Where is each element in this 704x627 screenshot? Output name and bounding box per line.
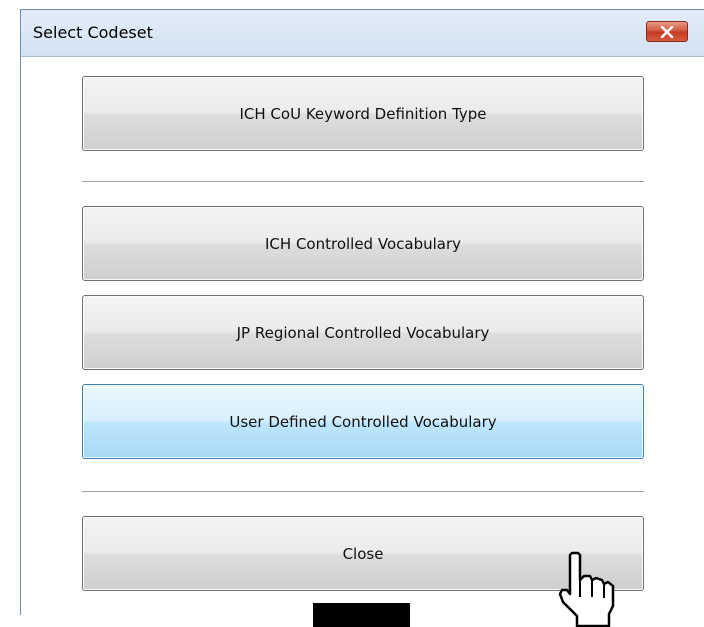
- window-title: Select Codeset: [33, 23, 153, 42]
- jp-regional-controlled-vocabulary-button[interactable]: JP Regional Controlled Vocabulary: [82, 295, 644, 370]
- button-label: JP Regional Controlled Vocabulary: [236, 323, 490, 342]
- hand-pointer-icon: [558, 551, 615, 627]
- button-label: ICH Controlled Vocabulary: [265, 234, 461, 253]
- separator-bottom: [82, 491, 644, 492]
- title-bar[interactable]: Select Codeset: [21, 10, 704, 56]
- close-window-button[interactable]: [646, 21, 688, 42]
- ich-cou-keyword-definition-type-button[interactable]: ICH CoU Keyword Definition Type: [82, 76, 644, 151]
- select-codeset-dialog: Select Codeset ICH CoU Keyword Definitio…: [20, 9, 704, 616]
- button-label: Close: [342, 544, 384, 563]
- button-label: ICH CoU Keyword Definition Type: [239, 104, 487, 123]
- dialog-body: ICH CoU Keyword Definition Type ICH Cont…: [21, 56, 704, 616]
- button-label: User Defined Controlled Vocabulary: [229, 412, 497, 431]
- taskbar-tab: [313, 603, 410, 627]
- close-x-icon: [660, 25, 674, 38]
- ich-controlled-vocabulary-button[interactable]: ICH Controlled Vocabulary: [82, 206, 644, 281]
- separator-top: [82, 181, 644, 182]
- user-defined-controlled-vocabulary-button[interactable]: User Defined Controlled Vocabulary: [82, 384, 644, 459]
